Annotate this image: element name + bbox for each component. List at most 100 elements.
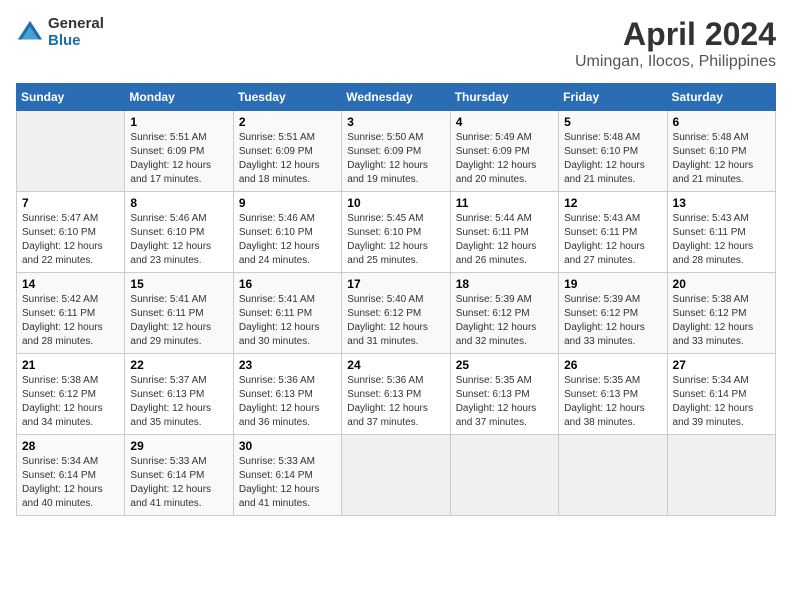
- day-number: 28: [22, 439, 119, 453]
- calendar-day-cell: 12 Sunrise: 5:43 AMSunset: 6:11 PMDayligh…: [559, 192, 667, 273]
- day-number: 15: [130, 277, 227, 291]
- weekday-header-cell: Wednesday: [342, 84, 450, 111]
- day-number: 19: [564, 277, 661, 291]
- calendar-day-cell: 23Sunrise: 5:36 AMSunset: 6:13 PMDayligh…: [233, 354, 341, 435]
- calendar-day-cell: 2 Sunrise: 5:51 AMSunset: 6:09 PMDaylight…: [233, 111, 341, 192]
- day-info: Sunrise: 5:39 AMSunset: 6:12 PMDaylight:…: [456, 293, 553, 349]
- day-number: 5: [564, 115, 661, 129]
- calendar-day-cell: 3Sunrise: 5:50 AMSunset: 6:09 PMDaylight…: [342, 111, 450, 192]
- calendar-day-cell: 4 Sunrise: 5:49 AMSunset: 6:09 PMDaylight…: [450, 111, 558, 192]
- month-title: April 2024: [575, 16, 776, 53]
- calendar-week-row: 14 Sunrise: 5:42 AMSunset: 6:11 PMDayligh…: [17, 273, 776, 354]
- day-number: 18: [456, 277, 553, 291]
- logo-blue: Blue: [48, 33, 104, 50]
- day-number: 25: [456, 358, 553, 372]
- day-info: Sunrise: 5:51 AMSunset: 6:09 PMDaylight:…: [239, 131, 336, 187]
- day-info: Sunrise: 5:48 AMSunset: 6:10 PMDaylight:…: [673, 131, 770, 187]
- day-info: Sunrise: 5:44 AMSunset: 6:11 PMDaylight:…: [456, 212, 553, 268]
- day-number: 30: [239, 439, 336, 453]
- logo-icon: [16, 19, 44, 47]
- day-number: 11: [456, 196, 553, 210]
- day-number: 26: [564, 358, 661, 372]
- weekday-header-cell: Friday: [559, 84, 667, 111]
- day-info: Sunrise: 5:41 AMSunset: 6:11 PMDaylight:…: [130, 293, 227, 349]
- day-info: Sunrise: 5:36 AMSunset: 6:13 PMDaylight:…: [239, 374, 336, 430]
- day-number: 12: [564, 196, 661, 210]
- day-number: 27: [673, 358, 770, 372]
- day-info: Sunrise: 5:33 AMSunset: 6:14 PMDaylight:…: [239, 455, 336, 511]
- day-number: 16: [239, 277, 336, 291]
- calendar-day-cell: 24Sunrise: 5:36 AMSunset: 6:13 PMDayligh…: [342, 354, 450, 435]
- day-info: Sunrise: 5:45 AMSunset: 6:10 PMDaylight:…: [347, 212, 444, 268]
- calendar-day-cell: 8 Sunrise: 5:46 AMSunset: 6:10 PMDaylight…: [125, 192, 233, 273]
- weekday-header-cell: Thursday: [450, 84, 558, 111]
- day-info: Sunrise: 5:38 AMSunset: 6:12 PMDaylight:…: [22, 374, 119, 430]
- calendar-body: 1Sunrise: 5:51 AMSunset: 6:09 PMDaylight…: [17, 111, 776, 516]
- day-number: 4: [456, 115, 553, 129]
- calendar-table: SundayMondayTuesdayWednesdayThursdayFrid…: [16, 83, 776, 516]
- calendar-day-cell: 13 Sunrise: 5:43 AMSunset: 6:11 PMDayligh…: [667, 192, 775, 273]
- day-info: Sunrise: 5:46 AMSunset: 6:10 PMDaylight:…: [130, 212, 227, 268]
- header: General Blue April 2024 Umingan, Ilocos,…: [16, 16, 776, 71]
- day-number: 2: [239, 115, 336, 129]
- day-info: Sunrise: 5:49 AMSunset: 6:09 PMDaylight:…: [456, 131, 553, 187]
- weekday-header-row: SundayMondayTuesdayWednesdayThursdayFrid…: [17, 84, 776, 111]
- calendar-day-cell: 11 Sunrise: 5:44 AMSunset: 6:11 PMDayligh…: [450, 192, 558, 273]
- day-number: 10: [347, 196, 444, 210]
- day-number: 24: [347, 358, 444, 372]
- calendar-week-row: 7 Sunrise: 5:47 AMSunset: 6:10 PMDaylight…: [17, 192, 776, 273]
- day-info: Sunrise: 5:41 AMSunset: 6:11 PMDaylight:…: [239, 293, 336, 349]
- calendar-day-cell: 1Sunrise: 5:51 AMSunset: 6:09 PMDaylight…: [125, 111, 233, 192]
- day-info: Sunrise: 5:40 AMSunset: 6:12 PMDaylight:…: [347, 293, 444, 349]
- day-info: Sunrise: 5:42 AMSunset: 6:11 PMDaylight:…: [22, 293, 119, 349]
- day-info: Sunrise: 5:47 AMSunset: 6:10 PMDaylight:…: [22, 212, 119, 268]
- day-info: Sunrise: 5:43 AMSunset: 6:11 PMDaylight:…: [564, 212, 661, 268]
- day-number: 8: [130, 196, 227, 210]
- day-number: 7: [22, 196, 119, 210]
- day-info: Sunrise: 5:34 AMSunset: 6:14 PMDaylight:…: [673, 374, 770, 430]
- calendar-day-cell: 21 Sunrise: 5:38 AMSunset: 6:12 PMDayligh…: [17, 354, 125, 435]
- day-info: Sunrise: 5:35 AMSunset: 6:13 PMDaylight:…: [564, 374, 661, 430]
- day-number: 17: [347, 277, 444, 291]
- calendar-week-row: 28 Sunrise: 5:34 AMSunset: 6:14 PMDayligh…: [17, 435, 776, 516]
- day-number: 29: [130, 439, 227, 453]
- calendar-day-cell: 16 Sunrise: 5:41 AMSunset: 6:11 PMDayligh…: [233, 273, 341, 354]
- calendar-day-cell: 9Sunrise: 5:46 AMSunset: 6:10 PMDaylight…: [233, 192, 341, 273]
- day-number: 22: [130, 358, 227, 372]
- calendar-day-cell: 28 Sunrise: 5:34 AMSunset: 6:14 PMDayligh…: [17, 435, 125, 516]
- weekday-header-cell: Monday: [125, 84, 233, 111]
- day-number: 21: [22, 358, 119, 372]
- calendar-day-cell: 20Sunrise: 5:38 AMSunset: 6:12 PMDayligh…: [667, 273, 775, 354]
- calendar-day-cell: 18 Sunrise: 5:39 AMSunset: 6:12 PMDayligh…: [450, 273, 558, 354]
- calendar-day-cell: [559, 435, 667, 516]
- calendar-day-cell: [17, 111, 125, 192]
- weekday-header-cell: Sunday: [17, 84, 125, 111]
- day-number: 14: [22, 277, 119, 291]
- weekday-header-cell: Saturday: [667, 84, 775, 111]
- location-title: Umingan, Ilocos, Philippines: [575, 53, 776, 71]
- calendar-day-cell: 10 Sunrise: 5:45 AMSunset: 6:10 PMDayligh…: [342, 192, 450, 273]
- calendar-day-cell: 7 Sunrise: 5:47 AMSunset: 6:10 PMDaylight…: [17, 192, 125, 273]
- calendar-day-cell: 26 Sunrise: 5:35 AMSunset: 6:13 PMDayligh…: [559, 354, 667, 435]
- calendar-day-cell: 17 Sunrise: 5:40 AMSunset: 6:12 PMDayligh…: [342, 273, 450, 354]
- day-number: 6: [673, 115, 770, 129]
- day-info: Sunrise: 5:46 AMSunset: 6:10 PMDaylight:…: [239, 212, 336, 268]
- day-info: Sunrise: 5:34 AMSunset: 6:14 PMDaylight:…: [22, 455, 119, 511]
- calendar-week-row: 1Sunrise: 5:51 AMSunset: 6:09 PMDaylight…: [17, 111, 776, 192]
- day-info: Sunrise: 5:48 AMSunset: 6:10 PMDaylight:…: [564, 131, 661, 187]
- logo: General Blue: [16, 16, 104, 49]
- logo-text: General Blue: [48, 16, 104, 49]
- day-info: Sunrise: 5:33 AMSunset: 6:14 PMDaylight:…: [130, 455, 227, 511]
- day-number: 3: [347, 115, 444, 129]
- day-info: Sunrise: 5:37 AMSunset: 6:13 PMDaylight:…: [130, 374, 227, 430]
- calendar-day-cell: 19Sunrise: 5:39 AMSunset: 6:12 PMDayligh…: [559, 273, 667, 354]
- day-info: Sunrise: 5:35 AMSunset: 6:13 PMDaylight:…: [456, 374, 553, 430]
- calendar-day-cell: 27 Sunrise: 5:34 AMSunset: 6:14 PMDayligh…: [667, 354, 775, 435]
- calendar-day-cell: 25 Sunrise: 5:35 AMSunset: 6:13 PMDayligh…: [450, 354, 558, 435]
- calendar-day-cell: [667, 435, 775, 516]
- calendar-day-cell: 30 Sunrise: 5:33 AMSunset: 6:14 PMDayligh…: [233, 435, 341, 516]
- day-info: Sunrise: 5:43 AMSunset: 6:11 PMDaylight:…: [673, 212, 770, 268]
- day-info: Sunrise: 5:51 AMSunset: 6:09 PMDaylight:…: [130, 131, 227, 187]
- title-area: April 2024 Umingan, Ilocos, Philippines: [575, 16, 776, 71]
- day-number: 13: [673, 196, 770, 210]
